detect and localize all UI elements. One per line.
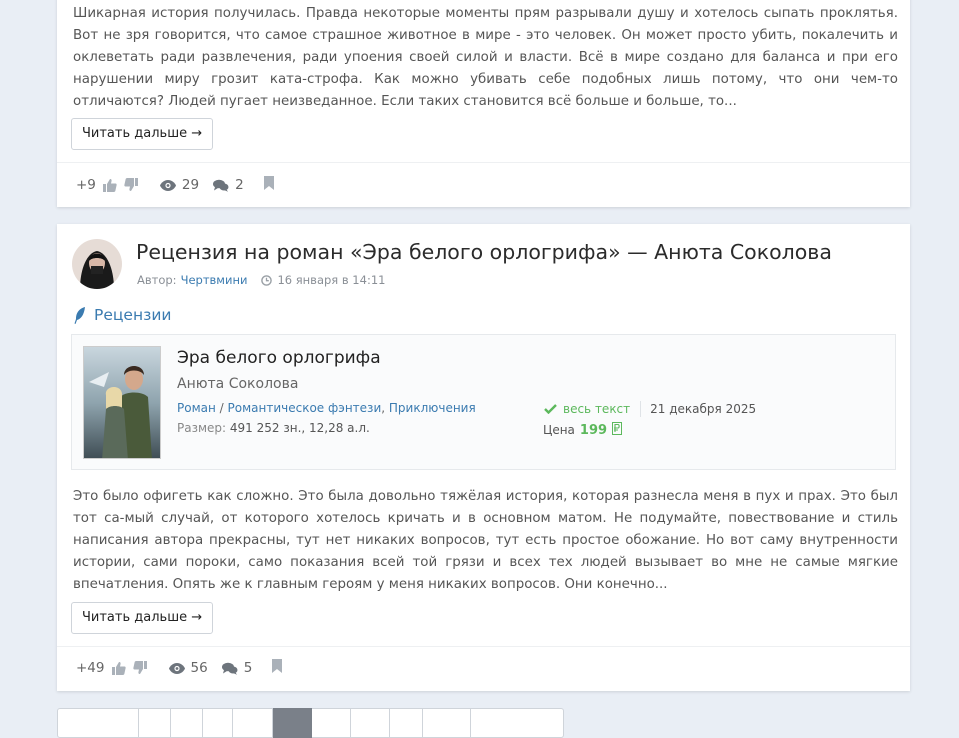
thumbs-up-icon[interactable] [102,178,117,192]
page-button[interactable] [139,708,171,738]
thumbs-down-icon[interactable] [132,661,148,675]
checkmark-icon [544,404,557,414]
page-button-current[interactable] [273,708,312,738]
price-label: Цена [543,423,575,437]
review-card: Шикарная история получилась. Правда неко… [57,0,910,207]
status-text: весь текст [563,402,631,416]
clock-icon [261,274,273,286]
book-genres: Роман / Романтическое фэнтези, Приключен… [177,401,476,415]
bookmark-icon[interactable] [272,659,283,677]
read-more-button[interactable]: Читать дальше → [71,118,214,150]
genre-link[interactable]: Роман [177,401,216,415]
page-button[interactable] [203,708,233,738]
divider [57,162,910,163]
page-button[interactable] [312,708,351,738]
page-button[interactable] [171,708,203,738]
views: 29 [159,177,200,193]
author-label: Автор: [137,273,177,287]
publication-date: 21 декабря 2025 [650,402,757,416]
page-next-button[interactable] [471,708,564,738]
category-link[interactable]: Рецензии [74,306,172,324]
rating-count: +49 [76,660,105,676]
ruble-icon [612,422,623,438]
comments-count: 2 [235,177,244,193]
comments-icon [213,179,229,192]
page-button[interactable] [423,708,471,738]
genre-link[interactable]: Романтическое фэнтези [228,401,382,415]
page-prev-button[interactable] [57,708,139,738]
price-amount: 199 [579,422,608,438]
review-card: Рецензия на роман «Эра белого орлогрифа»… [57,224,910,691]
bookmark-icon[interactable] [263,176,274,194]
genre-separator: , [381,401,389,415]
views-count: 56 [190,660,208,676]
eye-icon [159,179,176,191]
avatar[interactable] [72,239,122,289]
review-excerpt: Это было офигеть как сложно. Это была до… [73,489,898,592]
comments-count: 5 [243,660,253,676]
rating-count: +9 [76,177,96,193]
post-stats: +49 56 5 [76,658,283,678]
read-more-button[interactable]: Читать дальше → [71,602,214,634]
book-status: весь текст 21 декабря 2025 [544,401,756,417]
author-link[interactable]: Чертвмини [181,273,248,287]
size-value: 491 252 зн., 12,28 а.л. [229,421,370,435]
comments[interactable]: 5 [221,660,253,676]
size-label: Размер: [177,421,227,435]
post-date: 16 января в 14:11 [261,273,385,287]
pagination [57,708,564,738]
post-title[interactable]: Рецензия на роман «Эра белого орлогрифа»… [136,240,832,264]
review-excerpt: Шикарная история получилась. Правда неко… [73,6,898,109]
eye-icon [168,662,185,674]
book-title[interactable]: Эра белого орлогрифа [177,348,381,368]
separator [640,401,642,417]
date-text: 16 января в 14:11 [277,273,386,287]
comments-icon [221,662,238,675]
book-size: Размер: 491 252 зн., 12,28 а.л. [177,421,370,435]
post-meta: Автор: Чертвмини 16 января в 14:11 [137,273,385,287]
book-card: Эра белого орлогрифа Анюта Соколова Рома… [71,334,896,470]
feather-icon [74,306,85,324]
genre-separator: / [215,401,228,415]
page-button[interactable] [390,708,423,738]
category-label: Рецензии [94,306,172,324]
book-author[interactable]: Анюта Соколова [177,376,298,392]
views: 56 [168,660,208,676]
divider [57,646,910,647]
page-button[interactable] [233,708,273,738]
views-count: 29 [181,177,200,193]
book-cover[interactable] [83,346,161,459]
page-button[interactable] [351,708,390,738]
post-stats: +9 29 2 [76,175,274,195]
book-price: Цена 199 [543,422,623,438]
genre-link[interactable]: Приключения [389,401,476,415]
comments[interactable]: 2 [213,177,244,193]
thumbs-up-icon[interactable] [111,661,126,675]
thumbs-down-icon[interactable] [124,178,139,192]
